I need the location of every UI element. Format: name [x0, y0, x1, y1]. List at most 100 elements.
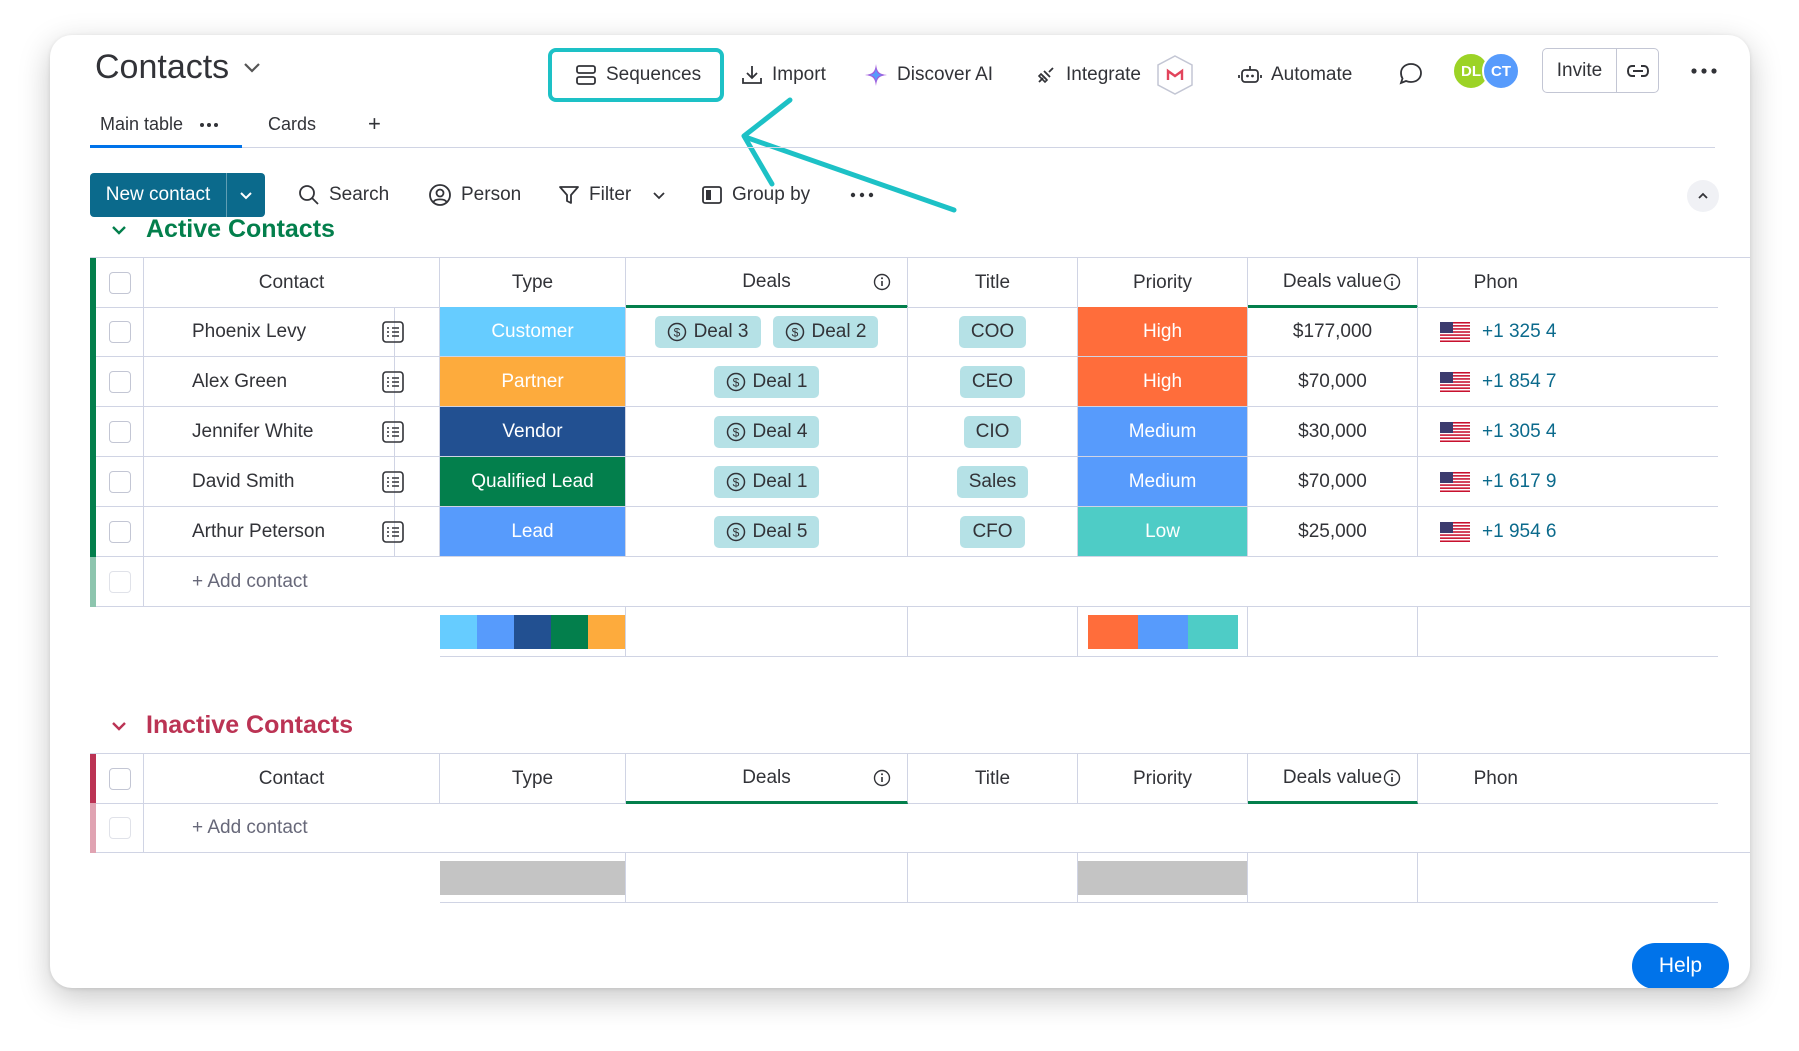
chevron-down-icon[interactable] [110, 224, 128, 236]
column-header[interactable]: Deals value [1248, 258, 1418, 308]
table-row[interactable]: Jennifer White Vendor $ Deal 4 CIO Medium $30,… [90, 407, 1750, 457]
contact-cell[interactable]: David Smith [144, 457, 440, 507]
value-cell[interactable]: $70,000 [1248, 357, 1418, 407]
phone-number[interactable]: +1 305 4 [1482, 421, 1557, 443]
priority-summary-cell[interactable] [1078, 607, 1248, 657]
tab-main-table[interactable]: Main table [100, 114, 219, 135]
priority-cell[interactable]: High [1078, 357, 1248, 407]
deals-cell[interactable]: $ Deal 3 $ Deal 2 [626, 307, 908, 357]
info-icon[interactable] [1383, 769, 1401, 787]
chevron-down-icon[interactable] [110, 720, 128, 732]
phone-cell[interactable]: +1 617 9 [1418, 457, 1718, 507]
column-header[interactable]: Contact [144, 754, 440, 804]
column-header[interactable]: Phon [1418, 258, 1718, 308]
automate-button[interactable]: Automate [1238, 57, 1352, 93]
title-cell[interactable]: CFO [908, 507, 1078, 557]
item-updates-icon[interactable] [381, 420, 405, 444]
item-updates-icon[interactable] [381, 370, 405, 394]
table-row[interactable]: David Smith Qualified Lead $ Deal 1 Sales Med… [90, 457, 1750, 507]
phone-number[interactable]: +1 617 9 [1482, 471, 1557, 493]
phone-cell[interactable]: +1 954 6 [1418, 507, 1718, 557]
priority-cell[interactable]: Medium [1078, 457, 1248, 507]
column-header[interactable]: Priority [1078, 258, 1248, 308]
phone-number[interactable]: +1 854 7 [1482, 371, 1557, 393]
column-header[interactable]: Title [908, 754, 1078, 804]
priority-distribution-bar[interactable] [1087, 614, 1238, 649]
select-all-checkbox[interactable] [108, 767, 131, 790]
deal-chip[interactable]: $ Deal 1 [713, 365, 820, 398]
add-contact-button[interactable]: + Add contact [144, 557, 1750, 607]
add-contact-button[interactable]: + Add contact [144, 803, 1750, 853]
table-row[interactable]: Phoenix Levy Customer $ Deal 3 $ Deal 2 COO Hig… [90, 307, 1750, 357]
deals-cell[interactable]: $ Deal 1 [626, 457, 908, 507]
deal-chip[interactable]: $ Deal 3 [654, 315, 761, 348]
copy-link-button[interactable] [1617, 49, 1658, 92]
chevron-down-icon[interactable] [243, 62, 261, 74]
type-distribution-bar[interactable] [440, 860, 625, 895]
chevron-down-icon[interactable] [652, 191, 666, 200]
integrate-button[interactable]: Integrate [1035, 55, 1196, 95]
deal-chip[interactable]: $ Deal 4 [713, 415, 820, 448]
type-summary-cell[interactable] [440, 607, 626, 657]
type-cell[interactable]: Lead [440, 507, 626, 557]
value-cell[interactable]: $30,000 [1248, 407, 1418, 457]
column-header[interactable]: Type [440, 258, 626, 308]
add-contact-row[interactable]: + Add contact [90, 557, 1750, 607]
phone-number[interactable]: +1 325 4 [1482, 321, 1557, 343]
title-cell[interactable]: Sales [908, 457, 1078, 507]
contact-cell[interactable]: Alex Green [144, 357, 440, 407]
group-by-button[interactable]: Group by [701, 176, 810, 214]
cb-cell[interactable] [96, 357, 144, 407]
phone-cell[interactable]: +1 854 7 [1418, 357, 1718, 407]
type-distribution-bar[interactable] [440, 614, 625, 649]
deals-cell[interactable]: $ Deal 4 [626, 407, 908, 457]
deals-cell[interactable]: $ Deal 5 [626, 507, 908, 557]
row-checkbox[interactable] [108, 370, 131, 393]
contact-name[interactable]: Phoenix Levy [192, 321, 306, 343]
contact-cell[interactable]: Arthur Peterson [144, 507, 440, 557]
filter-button[interactable]: Filter [558, 176, 666, 214]
info-icon[interactable] [873, 273, 891, 291]
column-header[interactable]: Deals [626, 258, 908, 308]
type-cell[interactable]: Customer [440, 307, 626, 357]
group-title[interactable]: Active Contacts [110, 215, 335, 244]
row-checkbox[interactable] [108, 520, 131, 543]
item-updates-icon[interactable] [381, 520, 405, 544]
type-cell[interactable]: Qualified Lead [440, 457, 626, 507]
member-avatars[interactable]: DL CT [1452, 52, 1522, 92]
item-updates-icon[interactable] [381, 470, 405, 494]
title-cell[interactable]: CEO [908, 357, 1078, 407]
value-cell[interactable]: $25,000 [1248, 507, 1418, 557]
column-header[interactable]: Title [908, 258, 1078, 308]
deal-chip[interactable]: $ Deal 1 [713, 465, 820, 498]
search-button[interactable]: Search [298, 176, 389, 214]
contact-name[interactable]: Arthur Peterson [192, 521, 325, 543]
tab-cards[interactable]: Cards [268, 114, 316, 135]
contact-name[interactable]: Jennifer White [192, 421, 313, 443]
column-header[interactable]: Phon [1418, 754, 1718, 804]
collapse-header-button[interactable] [1687, 180, 1719, 212]
title-cell[interactable]: COO [908, 307, 1078, 357]
add-contact-row[interactable]: + Add contact [90, 803, 1750, 853]
discover-ai-button[interactable]: Discover AI [864, 57, 993, 93]
type-cell[interactable]: Vendor [440, 407, 626, 457]
cb-cell[interactable] [96, 457, 144, 507]
cb-cell[interactable] [96, 407, 144, 457]
updates-button[interactable] [1398, 61, 1424, 92]
contact-cell[interactable]: Phoenix Levy [144, 307, 440, 357]
avatar[interactable]: CT [1482, 52, 1520, 90]
phone-number[interactable]: +1 954 6 [1482, 521, 1557, 543]
type-cell[interactable]: Partner [440, 357, 626, 407]
contact-cell[interactable]: Jennifer White [144, 407, 440, 457]
row-checkbox[interactable] [108, 320, 131, 343]
invite-button[interactable]: Invite [1543, 49, 1617, 92]
phone-cell[interactable]: +1 305 4 [1418, 407, 1718, 457]
help-button[interactable]: Help [1632, 943, 1729, 988]
more-menu-button[interactable] [1690, 63, 1718, 81]
value-cell[interactable]: $70,000 [1248, 457, 1418, 507]
import-button[interactable]: Import [741, 57, 826, 93]
priority-distribution-bar[interactable] [1078, 860, 1247, 895]
deal-chip[interactable]: $ Deal 5 [713, 515, 820, 548]
priority-cell[interactable]: High [1078, 307, 1248, 357]
new-contact-button[interactable]: New contact [90, 173, 227, 217]
